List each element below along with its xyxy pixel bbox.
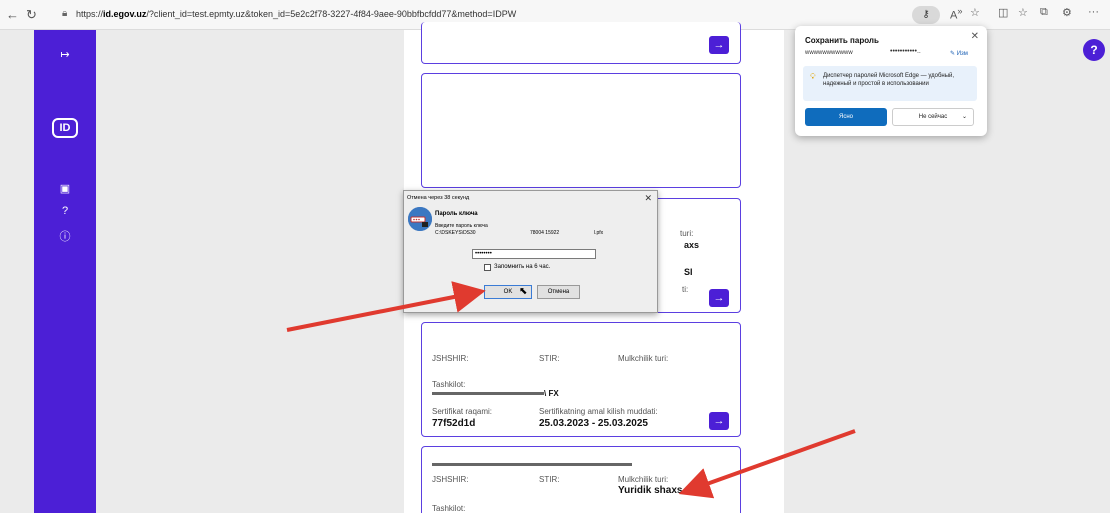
red-arrow [286,281,486,332]
annotation-arrows [286,281,856,499]
red-arrow [678,429,856,499]
